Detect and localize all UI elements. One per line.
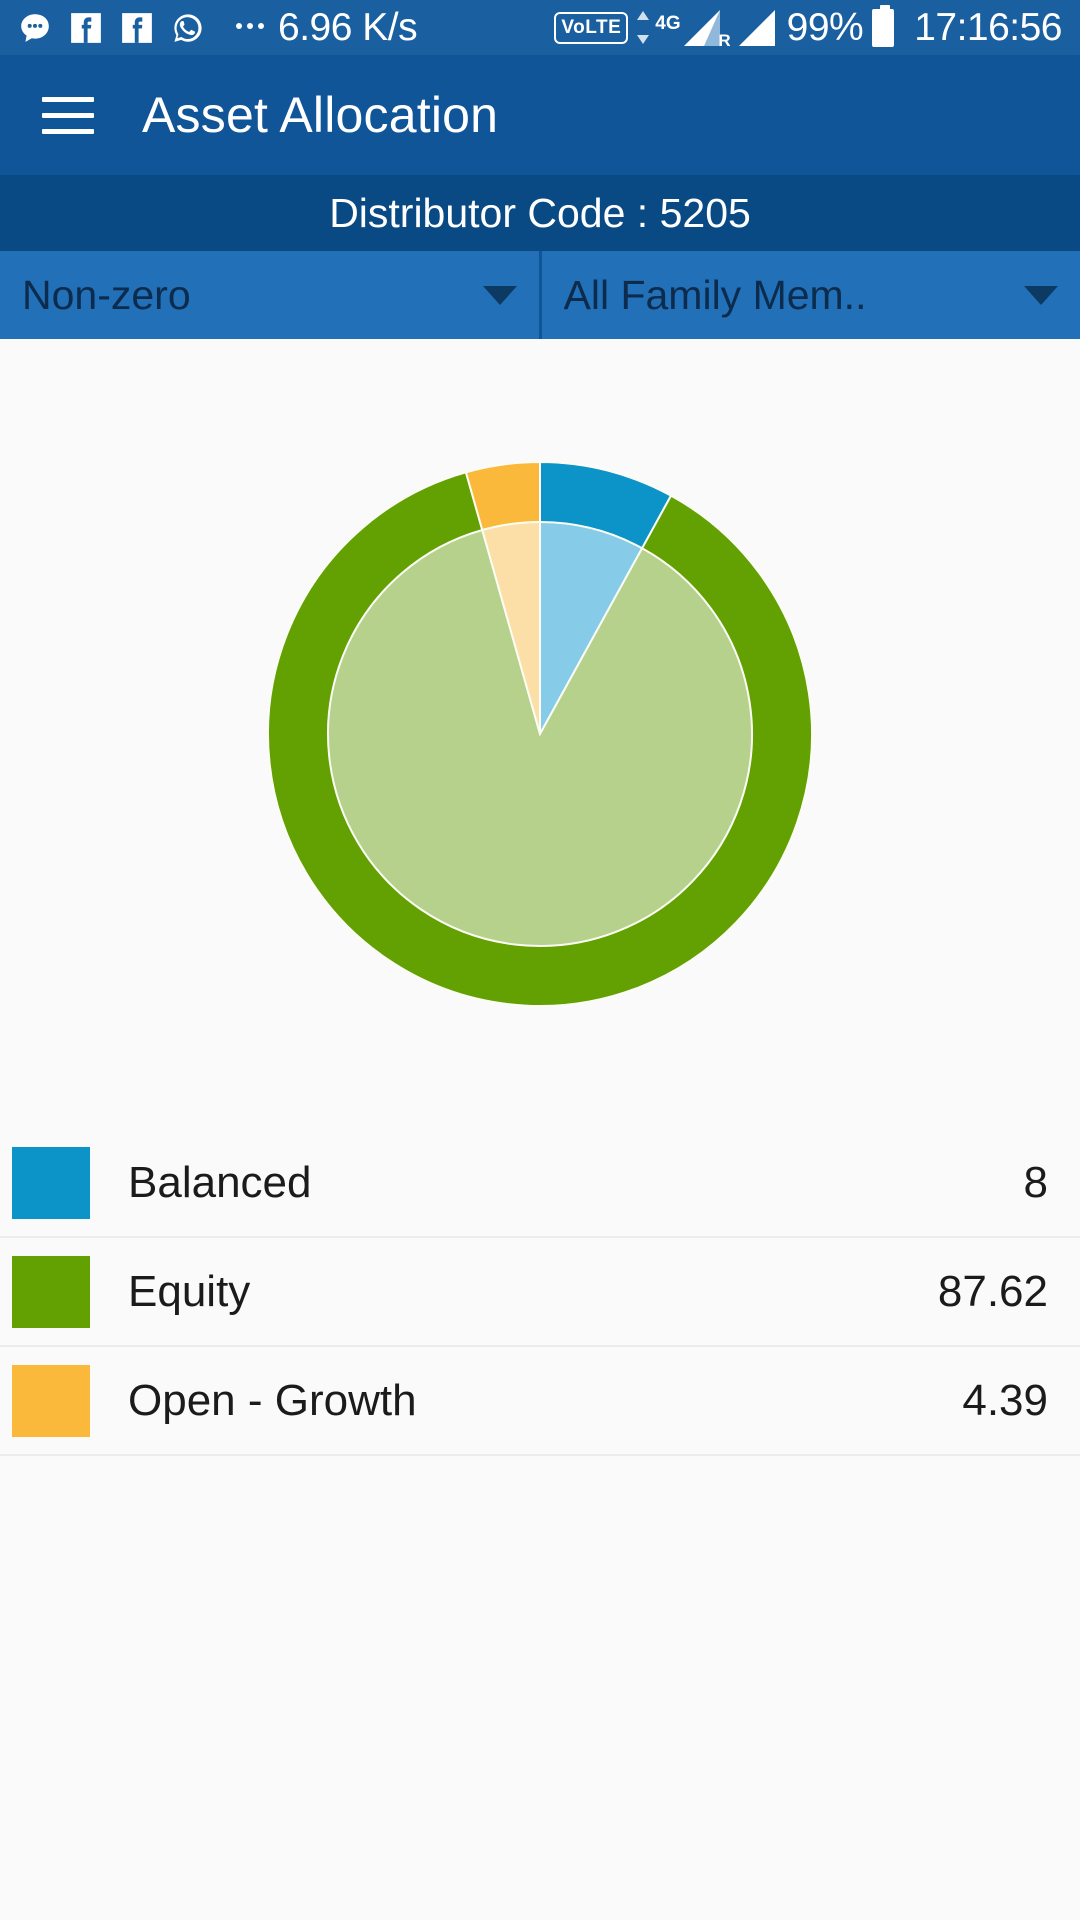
network-speed-label: 6.96 K/s [278,5,418,49]
clock-label: 17:16:56 [914,5,1062,49]
legend-value: 87.62 [937,1266,1048,1316]
legend-label: Equity [128,1266,251,1316]
chart-legend: Balanced 8 Equity 87.62 Open - Growth 4.39 [0,1129,1080,1456]
whatsapp-icon [174,13,202,42]
status-notification-icons [18,11,274,45]
page-title: Asset Allocation [142,87,499,143]
roaming-label: R [718,30,731,50]
chevron-down-icon [1024,285,1058,305]
filter-family-member[interactable]: All Family Mem.. [538,251,1080,339]
battery-icon [872,4,895,47]
legend-row[interactable]: Open - Growth 4.39 [0,1347,1080,1456]
distributor-code-label: Distributor Code : 5205 [329,189,751,236]
hamburger-menu-icon[interactable] [42,96,94,134]
status-bar: 6.96 K/s VoLTE 4G R 99% 17:16:56 [0,0,1080,55]
distributor-code-bar: Distributor Code : 5205 [0,175,1080,251]
battery-percent-label: 99% [786,5,864,49]
filter-nonzero[interactable]: Non-zero [0,251,539,339]
legend-color-swatch [12,1255,90,1328]
filter-row: Non-zero All Family Mem.. [0,251,1080,339]
nested-pie-chart [267,460,813,1007]
filter-family-member-label: All Family Mem.. [563,271,867,318]
chevron-down-icon [482,285,517,305]
signal-bars-icon [738,9,775,46]
data-transfer-arrows-icon [635,11,651,44]
facebook-icon [71,12,101,43]
legend-value: 8 [1023,1157,1048,1207]
status-system-icons: VoLTE 4G R 99% 17:16:56 [554,4,1062,50]
legend-label: Open - Growth [128,1375,417,1425]
filter-nonzero-label: Non-zero [22,271,191,318]
more-dots-icon [236,22,264,33]
volte-icon: VoLTE [554,11,629,44]
signal-4g-icon: 4G R [655,8,731,50]
app-bar: Asset Allocation [0,55,1080,175]
legend-color-swatch [12,1364,90,1437]
legend-value: 4.39 [962,1375,1048,1425]
legend-row[interactable]: Equity 87.62 [0,1238,1080,1347]
legend-label: Balanced [128,1157,312,1207]
legend-row[interactable]: Balanced 8 [0,1129,1080,1238]
asset-allocation-chart [0,339,1080,1129]
legend-color-swatch [12,1146,90,1219]
message-bubble-icon [21,13,49,42]
facebook-icon [122,12,152,43]
